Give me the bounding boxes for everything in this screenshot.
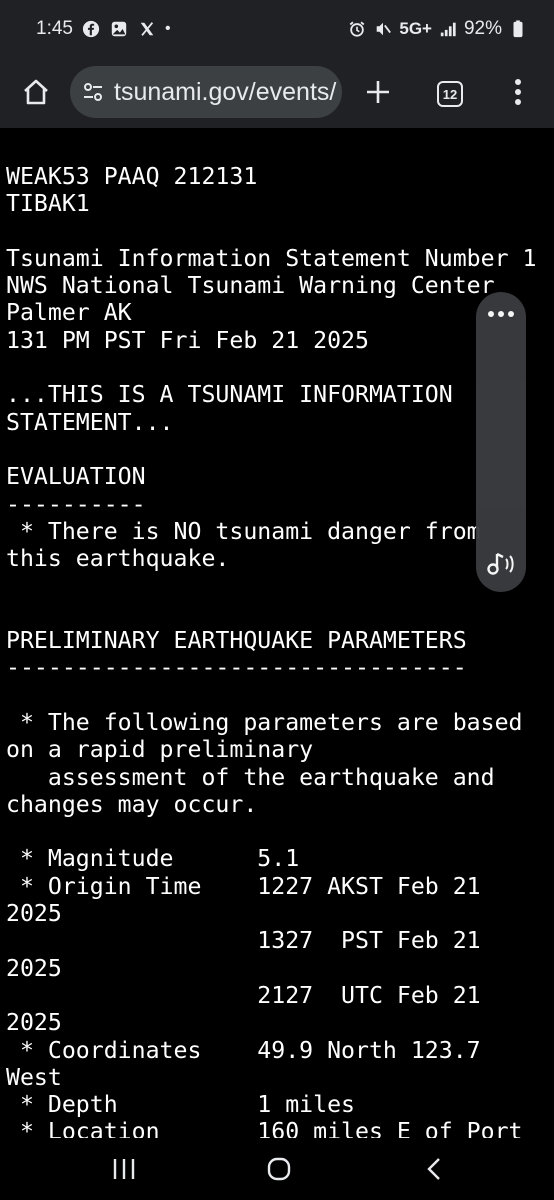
browser-menu-button[interactable] — [500, 70, 536, 114]
battery-percent: 92% — [463, 18, 502, 39]
navigation-bar — [0, 1138, 554, 1200]
home-nav-button[interactable] — [257, 1152, 301, 1186]
home-circle-icon — [267, 1157, 291, 1181]
back-icon — [427, 1158, 440, 1180]
audio-note-icon[interactable] — [481, 548, 521, 580]
url-text: tsunami.gov/events/ — [114, 77, 337, 106]
browser-toolbar: tsunami.gov/events/ 12 — [0, 60, 554, 128]
floating-panel[interactable] — [476, 292, 526, 592]
recents-button[interactable] — [102, 1152, 146, 1186]
mute-icon — [373, 19, 393, 39]
address-bar[interactable]: tsunami.gov/events/ — [70, 66, 342, 118]
tab-count: 12 — [437, 81, 463, 107]
more-vertical-icon — [515, 79, 521, 105]
notification-dot: • — [164, 20, 171, 37]
status-bar: 1:45 • 5G+ 92% — [0, 0, 554, 60]
network-label: 5G+ — [399, 19, 432, 38]
plus-icon — [367, 81, 389, 103]
recents-icon — [113, 1159, 135, 1179]
back-button[interactable] — [412, 1152, 456, 1186]
bulletin-text: WEAK53 PAAQ 212131 TIBAK1 Tsunami Inform… — [6, 163, 537, 1138]
clock: 1:45 — [36, 18, 73, 39]
status-right: 5G+ 92% — [347, 18, 528, 40]
page-content[interactable]: WEAK53 PAAQ 212131 TIBAK1 Tsunami Inform… — [0, 128, 554, 1138]
facebook-icon — [81, 19, 101, 39]
alarm-icon — [347, 19, 367, 39]
site-settings-icon[interactable] — [80, 79, 106, 105]
tab-switcher-button[interactable]: 12 — [428, 72, 472, 116]
more-horizontal-icon[interactable] — [481, 302, 521, 326]
home-icon — [24, 79, 48, 105]
battery-icon — [508, 19, 528, 39]
signal-icon — [438, 19, 458, 39]
gallery-icon — [109, 19, 129, 39]
status-left: 1:45 • — [36, 18, 171, 40]
new-tab-button[interactable] — [356, 70, 400, 114]
home-button[interactable] — [14, 70, 58, 114]
x-icon — [137, 19, 157, 39]
